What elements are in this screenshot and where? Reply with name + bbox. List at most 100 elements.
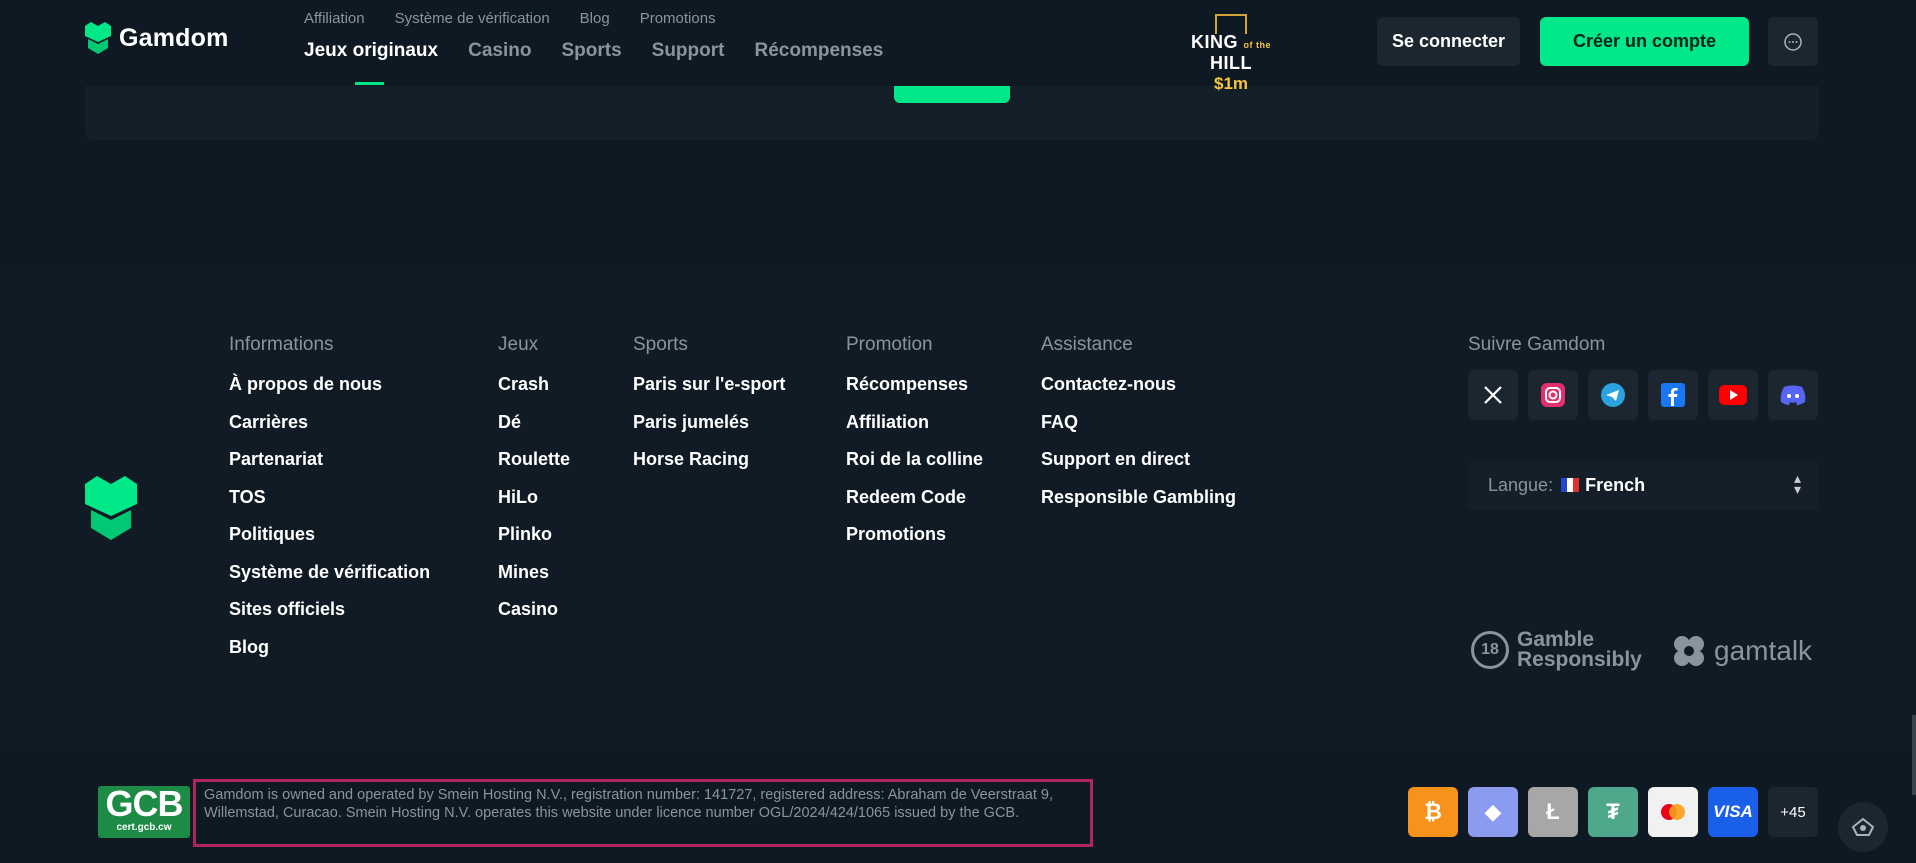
ethereum-icon: ◆ xyxy=(1468,787,1518,837)
footer-col-games: Jeux Crash Dé Roulette HiLo Plinko Mines… xyxy=(498,334,570,637)
legal-notice: Gamdom is owned and operated by Smein Ho… xyxy=(193,779,1093,847)
col-title: Informations xyxy=(229,334,334,355)
castle-icon xyxy=(85,476,137,540)
link-casino[interactable]: Casino xyxy=(498,599,570,637)
col-title: Sports xyxy=(633,334,688,355)
link-king-of-the-hill[interactable]: Roi de la colline xyxy=(846,449,983,487)
link-faq[interactable]: FAQ xyxy=(1041,412,1236,450)
logo-text: Gamdom xyxy=(119,23,229,52)
subnav-promotions[interactable]: Promotions xyxy=(640,10,716,27)
footer-col-informations: Informations À propos de nous Carrières … xyxy=(229,334,430,674)
social-telegram[interactable] xyxy=(1588,370,1638,420)
responsible-line2: Responsibly xyxy=(1517,648,1642,671)
mastercard-icon xyxy=(1648,787,1698,837)
link-responsible-gambling[interactable]: Responsible Gambling xyxy=(1041,487,1236,525)
king-of-the-hill-promo[interactable]: KING of the HILL $1m xyxy=(1175,12,1287,93)
social-x[interactable] xyxy=(1468,370,1518,420)
youtube-icon xyxy=(1719,385,1747,405)
nav-rewards[interactable]: Récompenses xyxy=(754,40,883,62)
tether-icon: ₮ xyxy=(1588,787,1638,837)
koth-king: KING xyxy=(1190,32,1238,52)
link-mines[interactable]: Mines xyxy=(498,562,570,600)
link-contact[interactable]: Contactez-nous xyxy=(1041,374,1236,412)
secondary-nav: Affiliation Système de vérification Blog… xyxy=(304,10,716,27)
support-agent-icon xyxy=(1851,817,1875,836)
gamtalk-badge[interactable]: gamtalk xyxy=(1672,634,1812,668)
nav-originals[interactable]: Jeux originaux xyxy=(304,40,438,85)
gcb-main: GCB xyxy=(105,783,184,824)
social-youtube[interactable] xyxy=(1708,370,1758,420)
link-crash[interactable]: Crash xyxy=(498,374,570,412)
follow-title: Suivre Gamdom xyxy=(1468,334,1606,355)
gamdom-logo[interactable]: Gamdom xyxy=(85,22,229,54)
telegram-icon xyxy=(1601,383,1625,407)
visa-icon: VISA xyxy=(1708,787,1758,837)
subnav-verification[interactable]: Système de vérification xyxy=(395,10,550,27)
chat-button[interactable] xyxy=(1768,17,1818,66)
link-hilo[interactable]: HiLo xyxy=(498,487,570,525)
help-widget-button[interactable] xyxy=(1838,802,1888,852)
link-roulette[interactable]: Roulette xyxy=(498,449,570,487)
language-select[interactable]: Langue: French ▴ ▾ xyxy=(1468,460,1819,510)
link-official-sites[interactable]: Sites officiels xyxy=(229,599,430,637)
link-rewards[interactable]: Récompenses xyxy=(846,374,983,412)
gamtalk-logo-icon xyxy=(1674,636,1704,666)
link-tos[interactable]: TOS xyxy=(229,487,430,525)
subnav-affiliation[interactable]: Affiliation xyxy=(304,10,365,27)
koth-hill: HILL xyxy=(1210,53,1252,73)
castle-icon xyxy=(85,22,111,54)
link-esports[interactable]: Paris sur l'e-sport xyxy=(633,374,785,412)
language-label: Langue: xyxy=(1488,474,1554,495)
gamble-responsibly-badge[interactable]: 18 Gamble Responsibly xyxy=(1471,628,1642,671)
link-dice[interactable]: Dé xyxy=(498,412,570,450)
nav-support[interactable]: Support xyxy=(652,40,725,62)
footer-castle-logo xyxy=(85,475,137,546)
link-redeem-code[interactable]: Redeem Code xyxy=(846,487,983,525)
nav-sports[interactable]: Sports xyxy=(561,40,621,62)
discord-icon xyxy=(1780,385,1806,405)
language-value: French xyxy=(1585,474,1646,495)
footer-col-assistance: Assistance Contactez-nous FAQ Support en… xyxy=(1041,334,1236,524)
instagram-icon xyxy=(1541,383,1565,407)
crown-icon xyxy=(1215,14,1247,34)
top-header: Gamdom Affiliation Système de vérificati… xyxy=(0,0,1916,93)
social-instagram[interactable] xyxy=(1528,370,1578,420)
gcb-license-badge[interactable]: GCB cert.gcb.cw xyxy=(98,786,190,838)
chat-bubble-icon xyxy=(1784,32,1802,51)
link-live-support[interactable]: Support en direct xyxy=(1041,449,1236,487)
col-title: Assistance xyxy=(1041,334,1133,355)
link-policies[interactable]: Politiques xyxy=(229,524,430,562)
gamtalk-text: gamtalk xyxy=(1714,635,1813,666)
facebook-icon xyxy=(1661,383,1685,407)
link-partnership[interactable]: Partenariat xyxy=(229,449,430,487)
social-facebook[interactable] xyxy=(1648,370,1698,420)
litecoin-icon: Ł xyxy=(1528,787,1578,837)
link-plinko[interactable]: Plinko xyxy=(498,524,570,562)
link-verification[interactable]: Système de vérification xyxy=(229,562,430,600)
france-flag-icon xyxy=(1561,478,1580,492)
footer-col-promotion: Promotion Récompenses Affiliation Roi de… xyxy=(846,334,983,562)
koth-amount: $1m xyxy=(1213,74,1249,93)
footer-col-sports: Sports Paris sur l'e-sport Paris jumelés… xyxy=(633,334,785,487)
social-links xyxy=(1468,370,1818,420)
page-scrollbar[interactable] xyxy=(1912,715,1916,795)
link-affiliation[interactable]: Affiliation xyxy=(846,412,983,450)
col-title: Jeux xyxy=(498,334,539,355)
nav-casino[interactable]: Casino xyxy=(468,40,531,62)
main-nav: Jeux originaux Casino Sports Support Réc… xyxy=(304,40,883,85)
social-discord[interactable] xyxy=(1768,370,1818,420)
follow-section: Suivre Gamdom xyxy=(1468,334,1818,420)
link-careers[interactable]: Carrières xyxy=(229,412,430,450)
link-blog[interactable]: Blog xyxy=(229,637,430,675)
link-parlays[interactable]: Paris jumelés xyxy=(633,412,785,450)
login-button[interactable]: Se connecter xyxy=(1377,17,1520,66)
responsible-line1: Gamble xyxy=(1517,628,1595,651)
link-horse-racing[interactable]: Horse Racing xyxy=(633,449,785,487)
more-payments[interactable]: +45 xyxy=(1768,787,1818,837)
col-title: Promotion xyxy=(846,334,933,355)
payment-methods: ₿ ◆ Ł ₮ VISA +45 xyxy=(1408,787,1818,837)
link-about[interactable]: À propos de nous xyxy=(229,374,430,412)
subnav-blog[interactable]: Blog xyxy=(580,10,610,27)
signup-button[interactable]: Créer un compte xyxy=(1540,17,1749,66)
link-promotions[interactable]: Promotions xyxy=(846,524,983,562)
